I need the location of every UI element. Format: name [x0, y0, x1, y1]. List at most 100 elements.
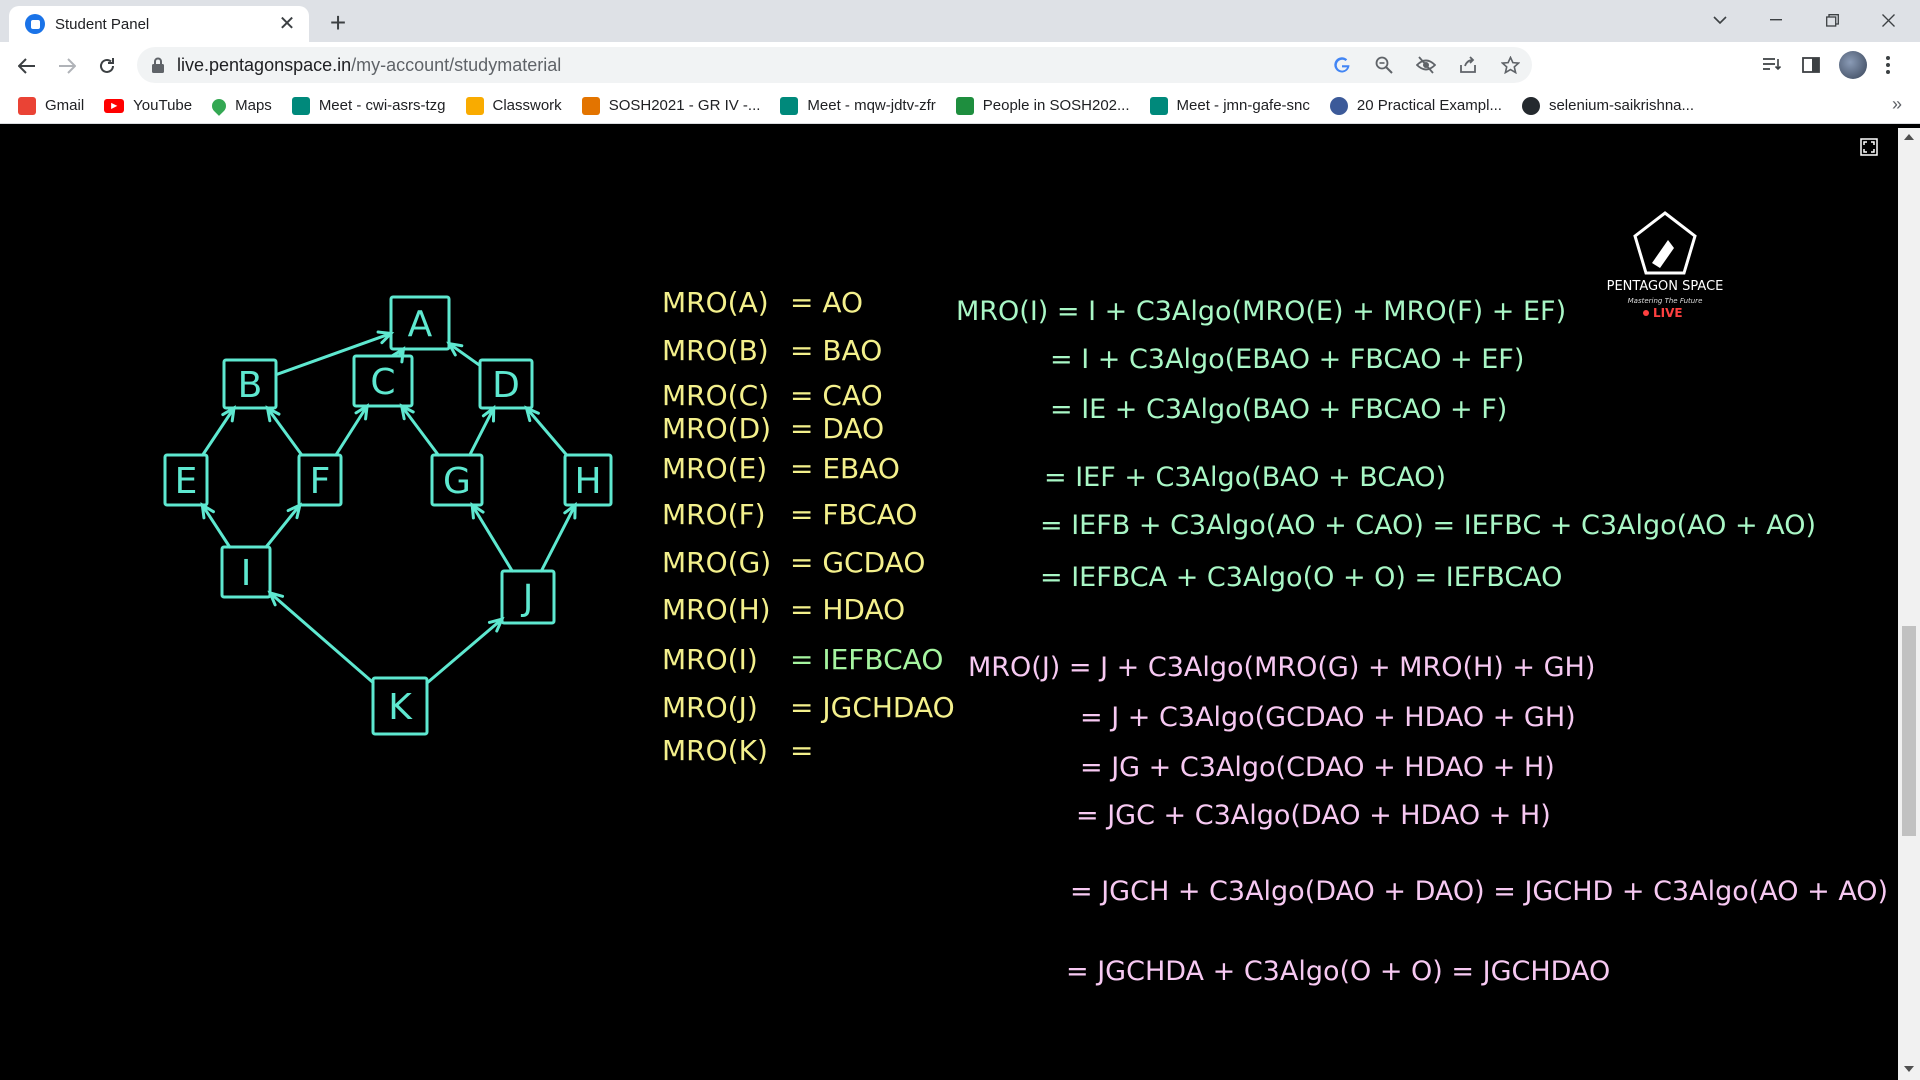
mro-lhs: MRO(B): [662, 334, 769, 367]
derivation-step: = I + C3Algo(EBAO + FBCAO + EF): [1050, 344, 1524, 375]
inheritance-edge: [525, 406, 569, 457]
lecture-video[interactable]: A B C D E F G H I J K MRO(A) = AO MRO(B) = BAO MRO(C) =…: [0, 128, 1898, 1080]
forward-arrow-icon[interactable]: [50, 49, 84, 83]
mro-lhs: MRO(C): [662, 379, 769, 412]
derivation-step: = IEFB + C3Algo(AO + CAO) = IEFBC + C3Al…: [1040, 510, 1816, 541]
tab-title: Student Panel: [55, 15, 150, 33]
derivation-step: = IEFBCA + C3Algo(O + O) = IEFBCAO: [1040, 562, 1562, 593]
bookmark-item[interactable]: People in SOSH202...: [955, 96, 1130, 115]
bookmark-item[interactable]: Meet - cwi-asrs-tzg: [291, 96, 446, 115]
mro-lhs: MRO(J): [662, 691, 758, 724]
mro-rhs: = EBAO: [790, 452, 900, 485]
mro-lhs: MRO(G): [662, 546, 771, 579]
bookmark-item[interactable]: 20 Practical Exampl...: [1329, 96, 1502, 115]
mro-lhs: MRO(E): [662, 452, 767, 485]
mro-rhs: =: [790, 734, 813, 767]
bookmark-item[interactable]: Meet - mqw-jdtv-zfr: [780, 96, 936, 115]
share-icon[interactable]: [1458, 55, 1478, 75]
bookmark-item[interactable]: Gmail: [18, 96, 85, 115]
bookmark-label: Meet - mqw-jdtv-zfr: [807, 97, 936, 114]
bookmarks-overflow-icon[interactable]: »: [1892, 94, 1902, 115]
bookmark-item[interactable]: Classwork: [465, 96, 562, 115]
new-tab-button[interactable]: +: [322, 8, 354, 40]
inheritance-edge: [400, 404, 440, 457]
meet-icon: [1149, 96, 1168, 115]
tab-strip: Student Panel ✕ +: [0, 0, 1920, 42]
lock-icon[interactable]: [151, 57, 165, 73]
mro-lhs: MRO(A): [662, 286, 769, 319]
class-node-label: F: [310, 461, 331, 502]
bookmark-label: Meet - jmn-gafe-snc: [1176, 97, 1310, 114]
menu-kebab-icon[interactable]: [1886, 47, 1890, 83]
inheritance-diagram: A B C D E F G H I J K: [163, 295, 613, 736]
mro-rhs: = FBCAO: [790, 498, 917, 531]
site-favicon-icon: [25, 14, 45, 34]
eye-off-icon[interactable]: [1416, 55, 1436, 75]
github-icon: [1521, 96, 1540, 115]
youtube-icon: ▶: [104, 98, 125, 113]
bookmark-label: 20 Practical Exampl...: [1356, 97, 1502, 114]
inheritance-edge: [200, 503, 232, 549]
class-node-label: H: [574, 461, 601, 502]
bookmark-label: Gmail: [45, 97, 85, 114]
site-icon: [1329, 96, 1348, 115]
mro-j-derivation: MRO(J) = J + C3Algo(MRO(G) + MRO(H) + GH…: [968, 652, 1888, 987]
derivation-step: = JG + C3Algo(CDAO + HDAO + H): [1080, 752, 1555, 783]
page-scrollbar[interactable]: [1898, 128, 1920, 1080]
bookmark-star-icon[interactable]: [1500, 55, 1520, 75]
inheritance-edge: [334, 404, 369, 457]
url-text: live.pentagonspace.in/my-account/studyma…: [177, 55, 561, 76]
mro-lhs: MRO(K): [662, 734, 768, 767]
bookmark-item[interactable]: selenium-saikrishna...: [1521, 96, 1695, 115]
class-node-label: E: [175, 461, 198, 502]
mro-list: MRO(A) = AO MRO(B) = BAO MRO(C) = CAO MRO(D) = …: [662, 286, 955, 767]
mro-i-derivation: MRO(I) = I + C3Algo(MRO(E) + MRO(F) + EF…: [956, 296, 1816, 593]
derivation-step: = JGC + C3Algo(DAO + HDAO + H): [1076, 800, 1551, 831]
mro-rhs: = GCDAO: [790, 546, 925, 579]
side-panel-icon[interactable]: [1802, 47, 1820, 83]
derivation-step: MRO(J) = J + C3Algo(MRO(G) + MRO(H) + GH…: [968, 652, 1595, 683]
minimize-icon[interactable]: [1748, 0, 1804, 40]
meet-icon: [291, 96, 310, 115]
reload-icon[interactable]: [90, 49, 124, 83]
live-dot-icon: [1643, 310, 1649, 316]
logo-tagline: Mastering The Future: [1628, 297, 1703, 305]
url-path: /my-account/studymaterial: [351, 54, 562, 75]
meet-icon: [780, 96, 799, 115]
inheritance-edge: [201, 406, 236, 457]
scroll-up-icon[interactable]: [1904, 134, 1914, 140]
bookmark-item[interactable]: Maps: [209, 95, 272, 116]
tab-search-icon[interactable]: [1692, 0, 1748, 40]
inheritance-edge: [266, 406, 304, 457]
bookmark-item[interactable]: SOSH2021 - GR IV -...: [581, 96, 760, 115]
bookmark-item[interactable]: Meet - jmn-gafe-snc: [1149, 96, 1310, 115]
profile-avatar[interactable]: [1839, 47, 1867, 83]
derivation-step: MRO(I) = I + C3Algo(MRO(E) + MRO(F) + EF…: [956, 296, 1566, 327]
address-bar[interactable]: live.pentagonspace.in/my-account/studyma…: [137, 47, 1532, 83]
fullscreen-icon[interactable]: [1860, 138, 1878, 156]
class-node-label: G: [443, 461, 471, 502]
back-arrow-icon[interactable]: [10, 49, 44, 83]
inheritance-edge: [264, 503, 302, 549]
mro-rhs: = BAO: [790, 334, 882, 367]
maps-icon: [209, 95, 230, 116]
reading-list-icon[interactable]: [1762, 47, 1782, 83]
mro-lhs: MRO(I): [662, 643, 758, 676]
zoom-icon[interactable]: [1374, 55, 1394, 75]
restore-icon[interactable]: [1804, 0, 1860, 40]
bookmark-label: People in SOSH202...: [982, 97, 1130, 114]
class-node-label: I: [241, 553, 252, 594]
scroll-down-icon[interactable]: [1904, 1066, 1914, 1072]
google-lens-icon[interactable]: [1332, 55, 1352, 75]
window-close-icon[interactable]: [1860, 0, 1916, 40]
scroll-thumb[interactable]: [1902, 626, 1916, 836]
mro-rhs: = AO: [790, 286, 863, 319]
tab-close-icon[interactable]: ✕: [277, 14, 297, 34]
bookmark-label: selenium-saikrishna...: [1548, 97, 1695, 114]
inheritance-edge: [268, 591, 375, 685]
bookmark-item[interactable]: ▶ YouTube: [104, 97, 192, 114]
mro-rhs: = IEFBCAO: [790, 643, 943, 676]
bookmarks-bar: Gmail ▶ YouTube Maps Meet - cwi-asrs-tzg Clas…: [0, 88, 1920, 124]
tab-student-panel[interactable]: Student Panel ✕: [9, 6, 309, 42]
class-node-label: D: [492, 365, 520, 406]
